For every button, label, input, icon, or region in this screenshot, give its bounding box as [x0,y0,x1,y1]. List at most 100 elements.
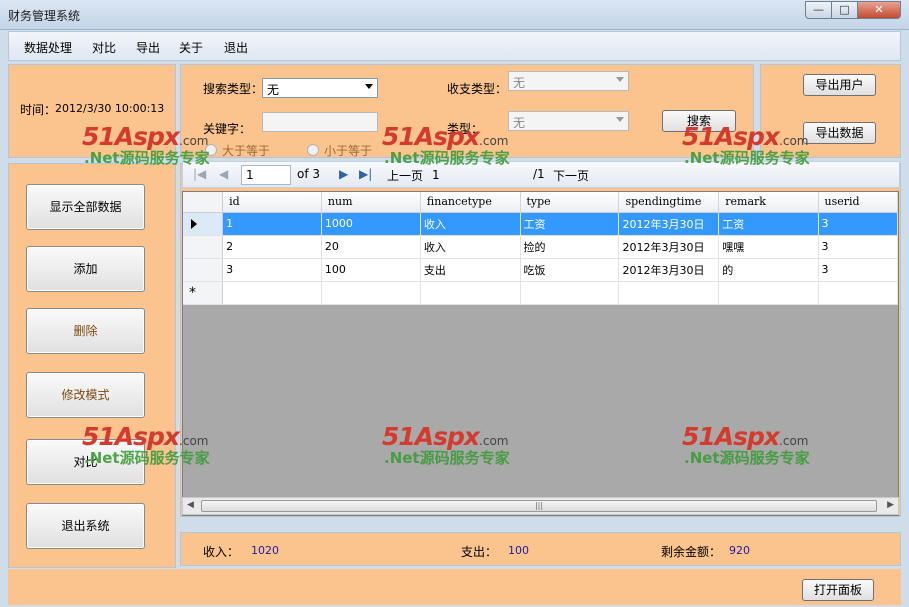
page-total-label: /1 [533,167,545,181]
delete-button[interactable]: 删除 [26,308,145,354]
cell-type[interactable]: 吃饭 [520,258,620,282]
row-header[interactable] [183,235,224,259]
export-data-button[interactable]: 导出数据 [803,122,876,144]
income-value: 1020 [251,544,279,557]
expense-value: 100 [508,544,529,557]
col-header-spendingtime[interactable]: spendingtime [618,192,720,213]
new-cell[interactable] [818,281,898,305]
next-page-link[interactable]: 下一页 [553,167,589,184]
new-cell[interactable] [420,281,521,305]
row-header[interactable]: * [183,281,224,305]
exit-system-button[interactable]: 退出系统 [26,503,145,549]
position-input[interactable]: 1 [241,165,291,185]
keyword-label: 关键字： [203,122,252,136]
search-type-value: 无 [267,83,280,97]
menu-export[interactable]: 导出 [136,39,160,56]
cell-userid[interactable]: 3 [818,235,898,259]
move-previous-icon[interactable]: ◀ [219,167,228,181]
page-input[interactable]: 1 [427,165,527,185]
prev-page-link[interactable]: 上一页 [387,167,423,184]
cell-financetype[interactable]: 收入 [420,212,521,236]
scroll-right-icon[interactable]: ▶ [887,500,894,510]
search-panel: 搜索类型： 无 收支类型： 无 关键字： 类型： 无 搜索 大于等于 小于等于 [180,64,754,158]
cell-remark[interactable]: 的 [718,258,819,282]
total-count-label: of 3 [297,167,321,181]
search-button[interactable]: 搜索 [662,110,736,132]
cell-spendingtime[interactable]: 2012年3月30日 [618,258,720,282]
compare-button[interactable]: 对比 [26,439,145,485]
cell-remark[interactable]: 工资 [718,212,819,236]
income-label: 收入： [203,545,240,559]
category-select[interactable]: 无 [508,111,629,131]
data-grid[interactable]: id num financetype type spendingtime rem… [182,191,899,516]
col-header-userid[interactable]: userid [818,192,898,213]
menu-about[interactable]: 关于 [179,39,203,56]
row-header[interactable] [183,258,224,282]
time-value: 2012/3/30 10:00:13 [55,102,165,115]
menu-data-processing[interactable]: 数据处理 [24,39,72,56]
move-last-icon[interactable]: ▶| [359,167,372,181]
cell-financetype[interactable]: 支出 [420,258,521,282]
close-button[interactable]: ✕ [857,1,901,19]
table-row[interactable]: 2 20 收入 捡的 2012年3月30日 嘿嘿 3 [183,235,898,259]
cell-num[interactable]: 20 [321,235,421,259]
export-users-button[interactable]: 导出用户 [803,74,876,96]
cell-spendingtime[interactable]: 2012年3月30日 [618,212,720,236]
radio-less-equal[interactable] [307,144,319,156]
balance-label: 剩余金额： [661,545,722,559]
new-cell[interactable] [321,281,421,305]
summary-panel: 收入： 1020 支出： 100 剩余金额： 920 [180,532,901,566]
keyword-input[interactable] [262,112,378,132]
col-header-financetype[interactable]: financetype [420,192,521,213]
new-cell[interactable] [222,281,322,305]
horizontal-scrollbar[interactable]: ◀ ||| ▶ [182,497,899,515]
move-next-icon[interactable]: ▶ [339,167,348,181]
radio-greater-equal-label: 大于等于 [222,144,271,158]
scroll-thumb[interactable]: ||| [201,500,877,512]
income-type-value: 无 [513,76,526,90]
new-cell[interactable] [718,281,819,305]
cell-num[interactable]: 1000 [321,212,421,236]
scroll-left-icon[interactable]: ◀ [187,500,194,510]
cell-remark[interactable]: 嘿嘿 [718,235,819,259]
income-type-select[interactable]: 无 [508,71,629,91]
cell-userid[interactable]: 3 [818,258,898,282]
table-row[interactable]: 1 1000 收入 工资 2012年3月30日 工资 3 [183,212,898,236]
search-type-select[interactable]: 无 [262,78,378,98]
move-first-icon[interactable]: |◀ [193,167,206,181]
minimize-button[interactable]: — [805,1,831,19]
col-header-remark[interactable]: remark [718,192,819,213]
open-panel-button[interactable]: 打开面板 [802,579,874,601]
cell-type[interactable]: 工资 [520,212,620,236]
menu-bar: 数据处理 对比 导出 关于 退出 [8,31,901,61]
col-header-id[interactable]: id [222,192,322,213]
cell-num[interactable]: 100 [321,258,421,282]
cell-userid[interactable]: 3 [818,212,898,236]
table-row[interactable]: 3 100 支出 吃饭 2012年3月30日 的 3 [183,258,898,282]
current-row-icon [191,218,197,229]
cell-spendingtime[interactable]: 2012年3月30日 [618,235,720,259]
time-label: 时间： [20,103,57,117]
new-cell[interactable] [618,281,720,305]
col-header-num[interactable]: num [321,192,421,213]
cell-type[interactable]: 捡的 [520,235,620,259]
show-all-data-button[interactable]: 显示全部数据 [26,184,145,230]
new-row[interactable]: * [183,281,898,305]
cell-id[interactable]: 3 [222,258,322,282]
row-header[interactable] [183,212,224,236]
menu-exit[interactable]: 退出 [224,39,248,56]
cell-id[interactable]: 1 [222,212,322,236]
data-table: id num financetype type spendingtime rem… [183,192,898,305]
col-header-type[interactable]: type [520,192,620,213]
row-header-corner [183,192,224,213]
cell-financetype[interactable]: 收入 [420,235,521,259]
edit-mode-button[interactable]: 修改模式 [26,372,145,418]
radio-greater-equal[interactable] [205,144,217,156]
chevron-down-icon [616,77,624,82]
menu-compare[interactable]: 对比 [92,39,116,56]
cell-id[interactable]: 2 [222,235,322,259]
add-button[interactable]: 添加 [26,246,145,292]
chevron-down-icon [365,84,373,89]
new-cell[interactable] [520,281,620,305]
maximize-button[interactable]: □ [831,1,857,19]
